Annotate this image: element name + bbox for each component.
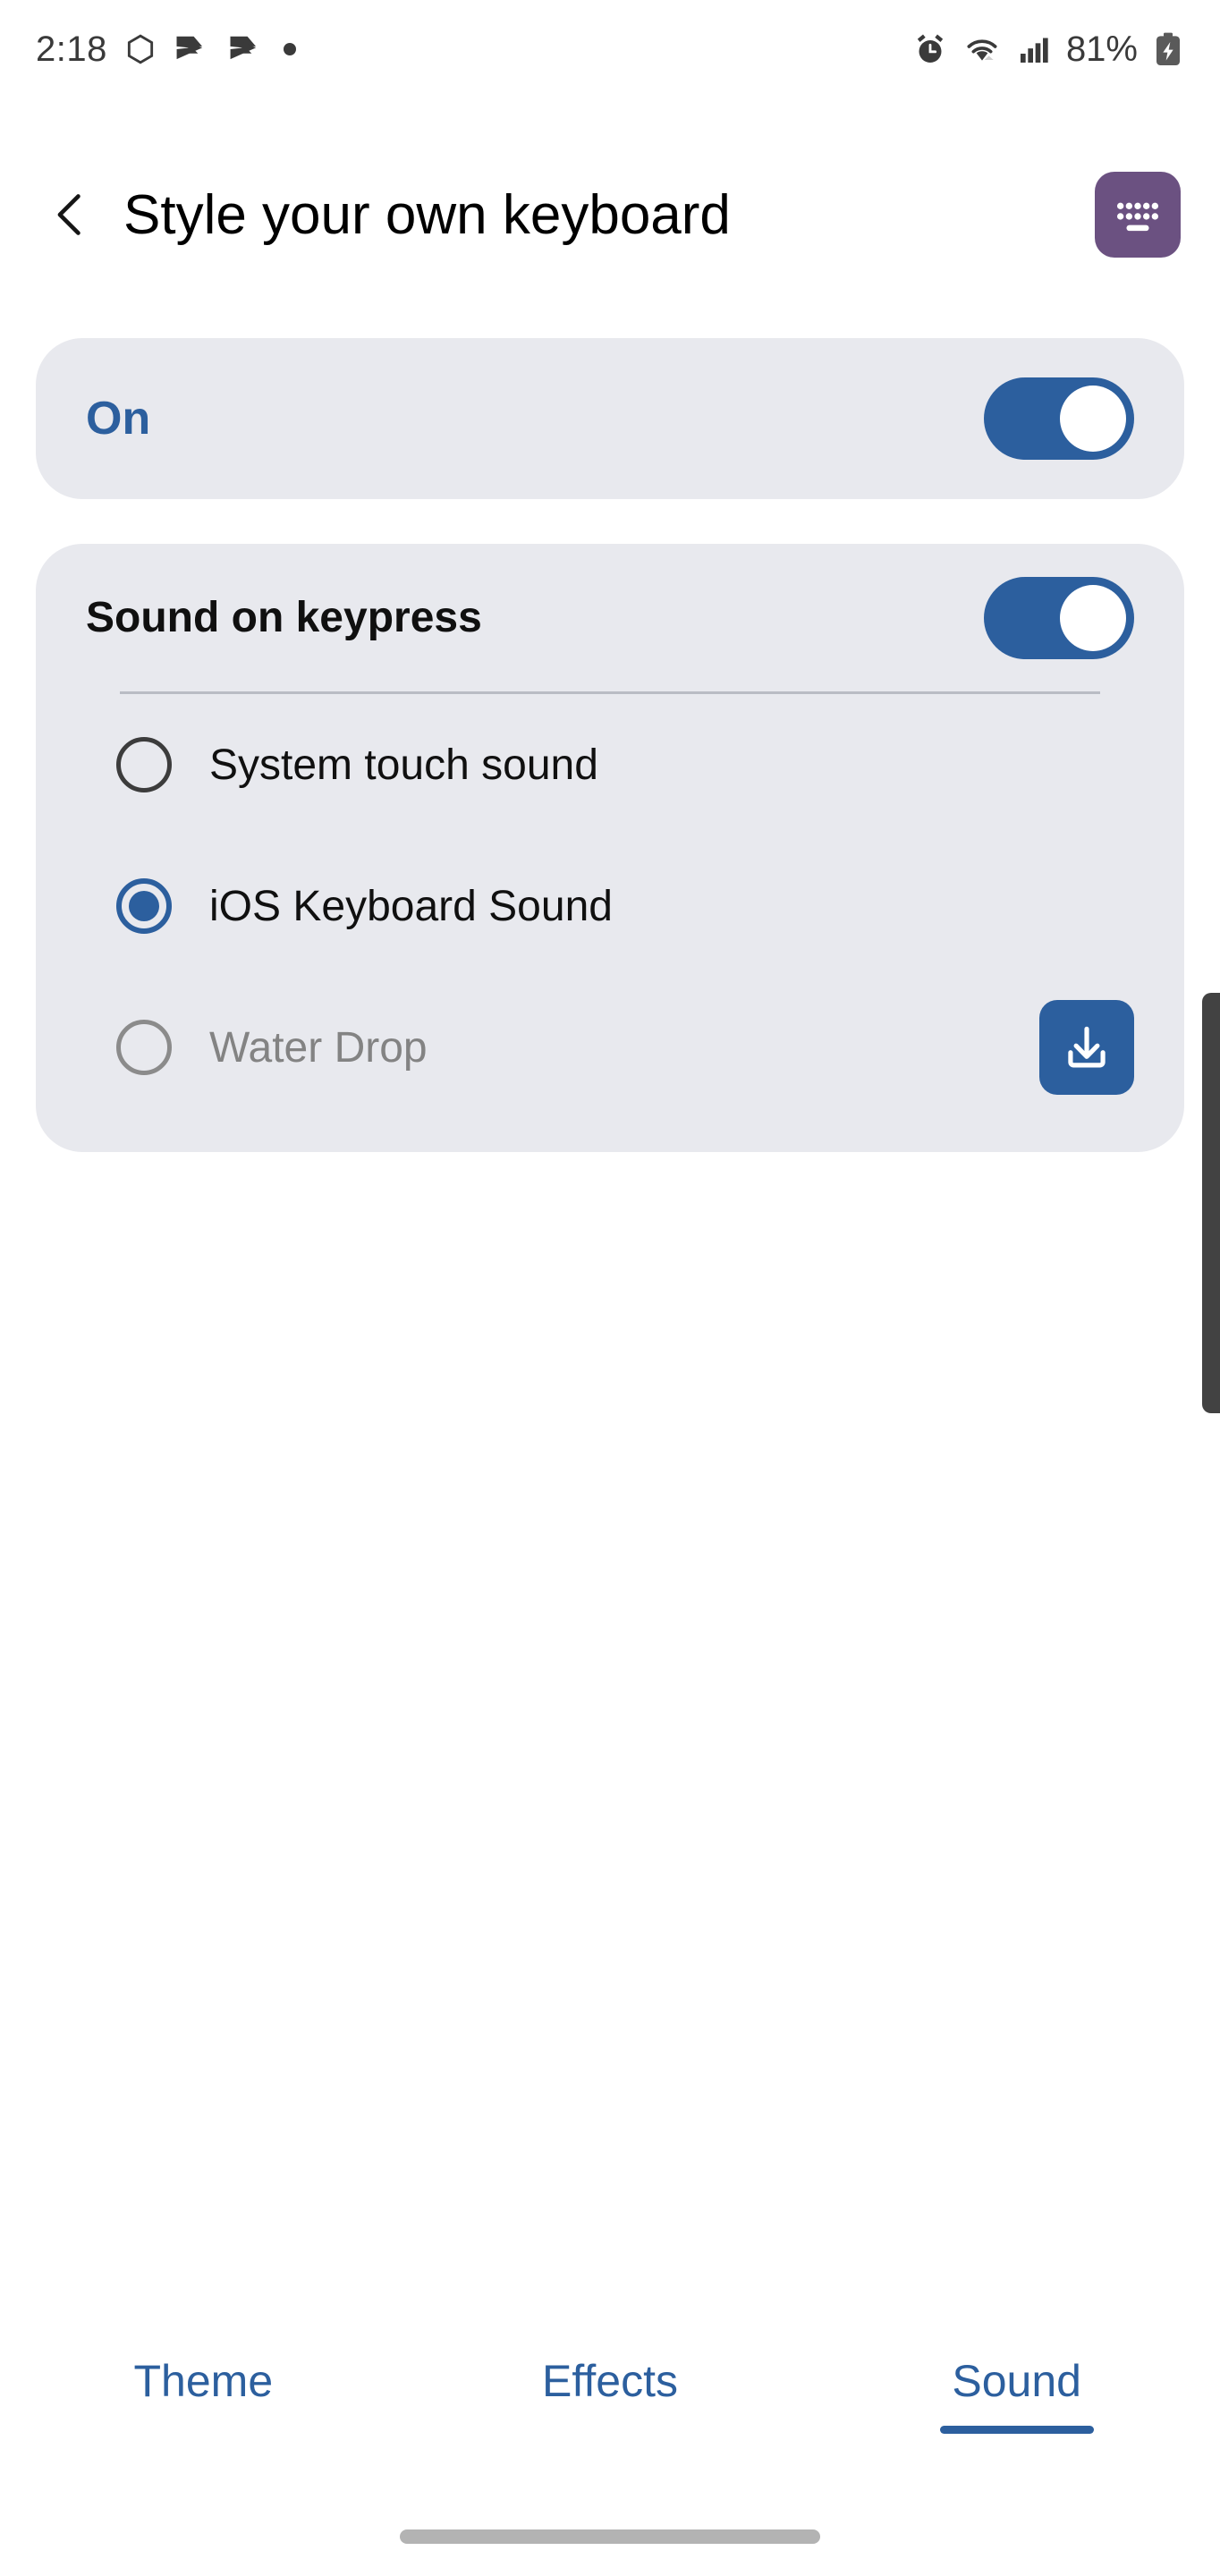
tab-active-indicator xyxy=(939,2426,1094,2434)
sound-option-row-ios-keyboard-sound[interactable]: iOS Keyboard Sound xyxy=(86,835,1134,977)
tab-theme[interactable]: Theme xyxy=(0,2357,407,2434)
back-button[interactable] xyxy=(39,183,102,246)
toggle-knob xyxy=(1060,584,1126,651)
keyboard-icon xyxy=(1116,202,1159,232)
chevron-play-icon xyxy=(176,36,202,60)
bottom-tab-bar: Theme Effects Sound xyxy=(0,2357,1220,2491)
app-header: Style your own keyboard xyxy=(0,148,1220,282)
sound-on-keypress-label: Sound on keypress xyxy=(86,594,482,641)
toggle-knob xyxy=(1060,386,1126,452)
sound-option-row-water-drop[interactable]: Water Drop xyxy=(86,977,1134,1118)
tab-sound[interactable]: Sound xyxy=(813,2357,1220,2434)
phone-screen: 2:18 81% Style your own keyboard On Soun… xyxy=(0,0,1220,2576)
sound-on-keypress-row[interactable]: Sound on keypress xyxy=(86,544,1134,691)
wifi-icon xyxy=(967,39,997,61)
tab-label: Sound xyxy=(952,2356,1081,2406)
radio-button-selected[interactable] xyxy=(116,878,172,934)
status-bar: 2:18 81% xyxy=(0,0,1220,98)
download-button[interactable] xyxy=(1039,1000,1134,1095)
master-switch-toggle[interactable] xyxy=(984,377,1134,460)
home-gesture-indicator[interactable] xyxy=(400,2529,820,2544)
signal-bars-icon xyxy=(1020,38,1048,63)
page-title: Style your own keyboard xyxy=(123,183,731,246)
battery-percent-label: 81% xyxy=(1065,29,1138,69)
sound-on-keypress-toggle[interactable] xyxy=(984,576,1134,659)
radio-button-unselected[interactable] xyxy=(116,1020,172,1075)
sound-option-label: System touch sound xyxy=(209,741,598,789)
vertical-scrollbar[interactable] xyxy=(1202,993,1220,1413)
radio-button-unselected[interactable] xyxy=(116,737,172,792)
status-bar-left: 2:18 xyxy=(36,30,299,70)
status-bar-right: 81% xyxy=(912,30,1184,70)
battery-charging-icon xyxy=(1156,32,1180,65)
download-icon xyxy=(1068,1026,1106,1068)
alarm-icon xyxy=(917,34,944,63)
sound-settings-card: Sound on keypress System touch sound iOS… xyxy=(36,544,1184,1152)
hexagon-icon xyxy=(127,34,153,64)
keyboard-app-icon-button[interactable] xyxy=(1095,172,1181,258)
master-switch-card[interactable]: On xyxy=(36,338,1184,499)
chevron-left-icon xyxy=(57,194,80,235)
sound-option-row-system-touch-sound[interactable]: System touch sound xyxy=(86,694,1134,835)
sound-option-label: Water Drop xyxy=(209,1023,428,1072)
dot-icon xyxy=(283,43,296,55)
sound-option-label: iOS Keyboard Sound xyxy=(209,882,613,930)
tab-effects[interactable]: Effects xyxy=(407,2357,814,2434)
tab-label: Theme xyxy=(133,2356,274,2406)
status-bar-clock: 2:18 xyxy=(36,29,107,69)
master-switch-label: On xyxy=(86,393,151,445)
tab-label: Effects xyxy=(542,2356,678,2406)
chevron-play-icon xyxy=(230,36,256,60)
